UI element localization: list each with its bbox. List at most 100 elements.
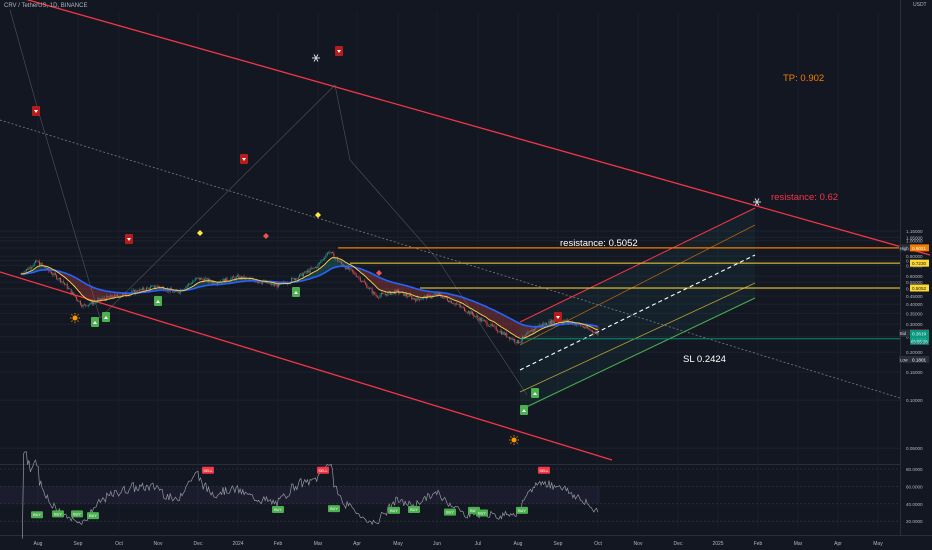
- resistance-mid-label: resistance: 0.5052: [560, 238, 638, 249]
- candle-body: [57, 278, 59, 280]
- time-tick-label: Nov: [154, 541, 163, 547]
- time-tick-label: Aug: [514, 541, 523, 547]
- candle-body: [544, 323, 546, 325]
- candle-body: [449, 300, 451, 303]
- candle-body: [193, 280, 195, 282]
- price-axis-border: [900, 0, 901, 535]
- price-badge-label: 0.1801: [912, 357, 926, 362]
- trend-cloud: [108, 291, 112, 299]
- price-chart[interactable]: TP: 0.902 resistance: 0.62 resistance: 0.5…: [0, 0, 932, 550]
- candle-body: [370, 287, 372, 289]
- candle-body: [75, 296, 77, 300]
- trend-cloud: [375, 275, 378, 287]
- trend-cloud: [82, 282, 85, 297]
- candle-body: [320, 261, 322, 263]
- trend-cloud: [76, 278, 80, 291]
- trend-cloud: [385, 280, 389, 293]
- rsi-sell-label: SELL: [318, 469, 327, 473]
- candle-body: [39, 261, 41, 266]
- candle-body: [367, 288, 369, 289]
- candle-body: [139, 289, 141, 293]
- candle-body: [190, 283, 192, 285]
- price-badge-tag-label: Bid: [900, 331, 907, 336]
- candle-body: [68, 288, 70, 290]
- candle-body: [312, 267, 314, 269]
- trend-cloud: [491, 309, 494, 322]
- trend-cloud: [425, 291, 428, 298]
- trend-cloud: [84, 283, 88, 299]
- trend-cloud: [501, 314, 505, 328]
- rsi-buy-label: BUY: [446, 511, 454, 515]
- candle-body: [66, 284, 68, 289]
- candle-body: [464, 307, 466, 312]
- trend-cloud: [414, 288, 418, 297]
- candle-body: [479, 318, 481, 321]
- candle-body: [446, 298, 448, 301]
- trend-cloud: [79, 280, 83, 294]
- candle-body: [407, 296, 409, 297]
- candle-body: [372, 291, 374, 294]
- candle-body: [494, 325, 496, 327]
- candle-body: [481, 318, 483, 322]
- candle-body: [478, 317, 480, 321]
- candle-body: [539, 324, 541, 326]
- candle-body: [87, 304, 89, 307]
- price-tick-label: 1.00000: [906, 239, 923, 244]
- candle-body: [332, 251, 334, 254]
- candle-body: [499, 331, 501, 333]
- candle-body: [457, 303, 459, 305]
- candle-body: [404, 293, 406, 296]
- candle-body: [69, 288, 71, 290]
- time-tick-label: Apr: [834, 541, 842, 547]
- candle-body: [421, 298, 423, 300]
- rsi-tick-label: 40.0000: [906, 502, 923, 507]
- rsi-sell-label: SELL: [539, 469, 548, 473]
- candle-body: [508, 336, 510, 340]
- candle-body: [256, 281, 258, 283]
- time-tick-label: May: [393, 541, 403, 547]
- candle-body: [366, 284, 368, 289]
- trend-cloud: [398, 284, 402, 293]
- candle-body: [450, 300, 452, 304]
- rsi-sell-label: SELL: [203, 469, 212, 473]
- resistance-high-label: resistance: 0.62: [771, 192, 838, 203]
- candle-body: [310, 268, 312, 270]
- candle-body: [49, 270, 51, 273]
- candle-body: [363, 281, 365, 283]
- candle-body: [277, 283, 279, 288]
- candle-body: [412, 297, 414, 300]
- candle-body: [362, 281, 364, 282]
- candle-body: [351, 269, 353, 272]
- rsi-tick-label: 80.0000: [906, 467, 923, 472]
- candle-body: [330, 251, 332, 253]
- sun-ray: [71, 320, 73, 322]
- candle-body: [474, 316, 476, 317]
- candle-body: [469, 311, 471, 315]
- candle-body: [502, 332, 504, 335]
- candle-body: [322, 259, 324, 260]
- candle-body: [303, 273, 305, 277]
- trend-cloud: [383, 279, 386, 292]
- candle-body: [86, 305, 88, 307]
- candle-body: [36, 260, 38, 262]
- candle-body: [585, 326, 587, 328]
- candle-body: [186, 285, 188, 287]
- sun-ray: [516, 442, 518, 444]
- candle-body: [361, 280, 363, 282]
- trend-cloud: [92, 287, 96, 302]
- candle-body: [197, 277, 199, 279]
- price-tick-label: 0.55000: [906, 280, 923, 285]
- candle-body: [143, 287, 145, 291]
- trend-cloud: [512, 320, 515, 335]
- time-tick-label: 2025: [712, 541, 723, 547]
- trend-cloud: [377, 277, 381, 290]
- candle-body: [309, 268, 311, 273]
- candle-body: [32, 265, 34, 268]
- price-tick-label: 0.10000: [906, 398, 923, 403]
- candle-body: [444, 296, 446, 298]
- candle-body: [411, 296, 413, 300]
- candle-body: [589, 329, 591, 331]
- candle-body: [94, 301, 96, 303]
- candle-body: [465, 311, 467, 313]
- candle-body: [273, 283, 275, 286]
